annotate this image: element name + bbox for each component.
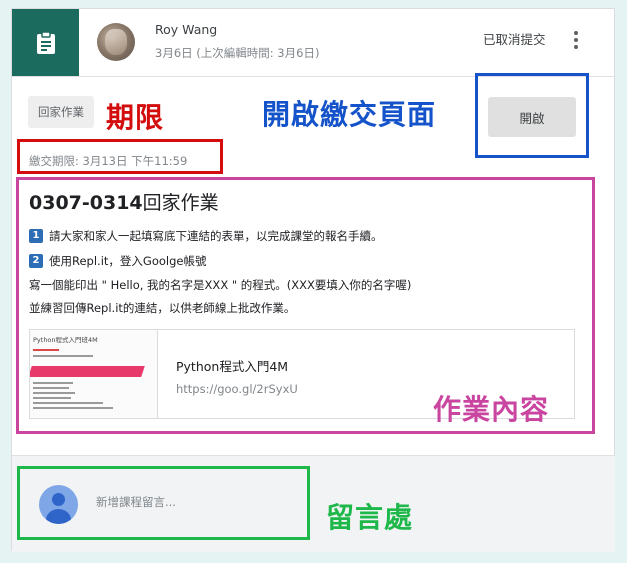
author-name: Roy Wang [155,22,218,37]
annotation-content-label: 作業內容 [433,393,550,426]
thumbnail-title: Python程式入門班4M [33,336,98,344]
instruction-line-1: 1 請大家和家人一起填寫底下連結的表單，以完成課堂的報名手續。 [29,228,383,244]
attachment-url: https://goo.gl/2rSyxU [176,382,298,396]
post-dates: 3月6日 (上次編輯時間: 3月6日) [155,46,320,60]
more-vert-icon[interactable] [570,31,582,55]
open-button[interactable]: 開啟 [488,97,576,137]
instruction-line-3: 寫一個能印出 " Hello, 我的名字是XXX " 的程式。(XXX要填入你的… [29,278,412,292]
attachment-thumbnail: Python程式入門班4M [30,330,158,418]
author-avatar [97,23,135,61]
instruction-line-4: 並練習回傳Repl.it的連結，以供老師線上批改作業。 [29,301,296,315]
number-1-icon: 1 [29,229,43,243]
annotation-comment-label: 留言處 [326,501,414,534]
annotation-deadline-label: 期限 [106,101,165,134]
title-rest: 回家作業 [142,192,219,214]
user-avatar-icon [39,485,78,524]
title-code: 0307-0314 [29,192,143,214]
attachment-title: Python程式入門4M [176,359,289,374]
instruction-line-2: 2 使用Repl.it，登入Goolge帳號 [29,253,206,269]
submission-status: 已取消提交 [483,32,546,47]
instruction-text-1: 請大家和家人一起填寫底下連結的表單，以完成課堂的報名手續。 [49,229,383,243]
comment-input[interactable] [96,495,286,509]
assignment-type-chip: 回家作業 [28,96,94,128]
annotation-open-label: 開啟繳交頁面 [262,98,437,131]
assignment-tile [12,9,79,76]
assignment-title: 0307-0314回家作業 [29,188,219,215]
clipboard-icon [36,30,55,54]
deadline-text: 繳交期限: 3月13日 下午11:59 [29,154,188,168]
number-2-icon: 2 [29,254,43,268]
instruction-text-2: 使用Repl.it，登入Goolge帳號 [49,254,207,268]
